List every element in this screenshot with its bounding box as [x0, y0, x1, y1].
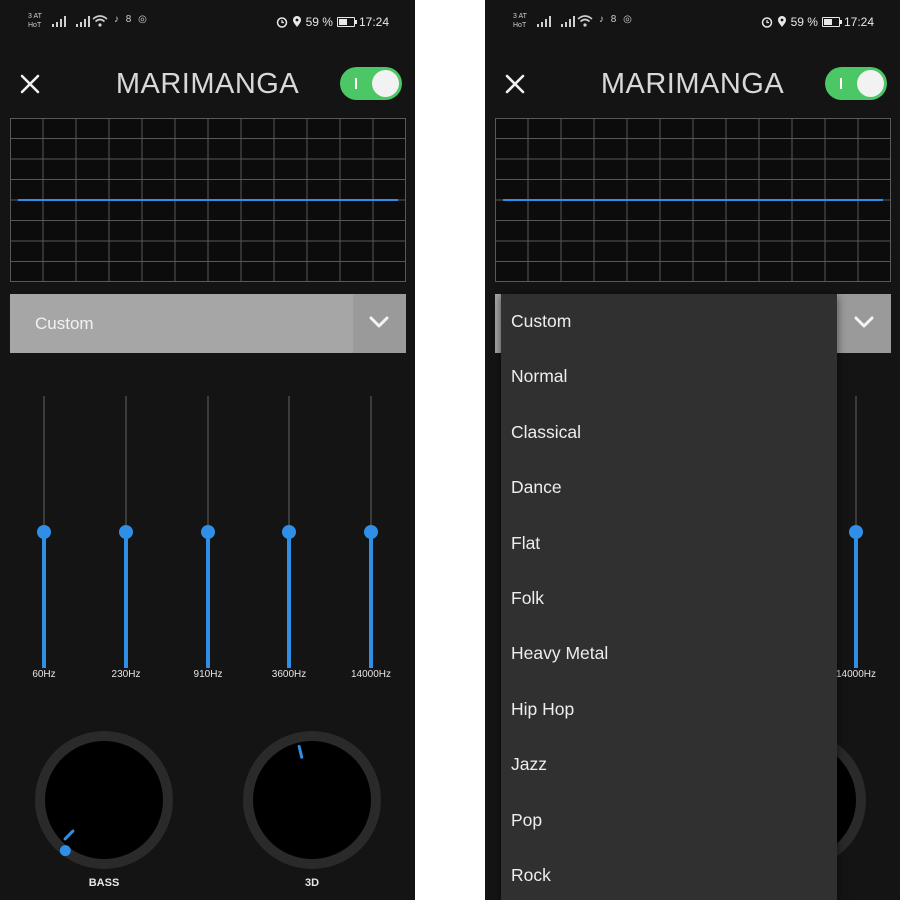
slider-fill	[124, 532, 128, 668]
knob-bass[interactable]	[34, 730, 174, 870]
carrier-line-1: 3 AT	[28, 13, 42, 20]
battery-fill	[338, 19, 348, 25]
band-slider-60hz[interactable]: 60Hz	[14, 396, 74, 686]
toggle-knob	[857, 70, 884, 97]
notification-icons: ♪ 8 ◎	[114, 14, 149, 25]
battery-percent: 59 %	[305, 15, 333, 29]
status-bar: 3 AT HoT ♪ 8 ◎ 59 % 17:24	[485, 0, 900, 48]
location-icon	[777, 16, 786, 27]
slider-thumb[interactable]	[849, 525, 863, 539]
clock: 17:24	[843, 15, 874, 29]
carrier-label: 3 AT HoT	[28, 12, 42, 30]
phone-screen-right: 3 AT HoT ♪ 8 ◎ 59 % 17:24 MARIMANGA 1400…	[485, 0, 900, 900]
slider-fill	[369, 532, 373, 668]
alarm-icon	[276, 17, 287, 28]
preset-menu: Custom Normal Classical Dance Flat Folk Heavy …	[501, 294, 837, 900]
band-slider-3600hz[interactable]: 3600Hz	[259, 396, 319, 686]
preset-option-custom[interactable]: Custom	[501, 294, 837, 349]
preset-option-jazz[interactable]: Jazz	[501, 737, 837, 792]
slider-thumb[interactable]	[282, 525, 296, 539]
battery-percent: 59 %	[790, 15, 818, 29]
toggle-knob	[372, 70, 399, 97]
battery-icon	[821, 17, 842, 27]
toggle-on-mark	[355, 78, 357, 89]
eq-curve-graph	[10, 118, 406, 282]
slider-thumb[interactable]	[119, 525, 133, 539]
band-label: 910Hz	[193, 669, 223, 680]
band-slider-910hz[interactable]: 910Hz	[178, 396, 238, 686]
band-label: 230Hz	[111, 669, 141, 680]
carrier-line-2: HoT	[28, 22, 42, 29]
preset-option-pop[interactable]: Pop	[501, 793, 837, 848]
notification-icons: ♪ 8 ◎	[599, 14, 634, 25]
preset-option-classical[interactable]: Classical	[501, 405, 837, 460]
slider-fill	[42, 532, 46, 668]
knob-label: BASS	[88, 877, 120, 889]
chevron-down-icon	[854, 316, 874, 328]
wifi-icon	[92, 15, 108, 27]
preset-option-flat[interactable]: Flat	[501, 516, 837, 571]
slider-fill	[287, 532, 291, 668]
signal-icon	[52, 16, 66, 27]
band-slider-230hz[interactable]: 230Hz	[96, 396, 156, 686]
preset-option-hip-hop[interactable]: Hip Hop	[501, 682, 837, 737]
phone-screen-left: 3 AT HoT ♪ 8 ◎ 59 % 17:24 MARIMANGA Cust…	[0, 0, 415, 900]
slider-thumb[interactable]	[37, 525, 51, 539]
knob-dot	[59, 845, 71, 857]
band-label: 14000Hz	[350, 669, 392, 680]
preset-option-dance[interactable]: Dance	[501, 460, 837, 515]
clock: 17:24	[358, 15, 389, 29]
alarm-icon	[761, 17, 772, 28]
slider-thumb[interactable]	[364, 525, 378, 539]
preset-option-folk[interactable]: Folk	[501, 571, 837, 626]
band-label: 3600Hz	[271, 669, 307, 680]
status-bar: 3 AT HoT ♪ 8 ◎ 59 % 17:24	[0, 0, 415, 48]
preset-dropdown[interactable]: Custom	[10, 294, 406, 353]
battery-icon	[336, 17, 357, 27]
signal-icon-2	[561, 16, 575, 27]
slider-thumb[interactable]	[201, 525, 215, 539]
preset-dropdown-arrow[interactable]	[838, 294, 891, 353]
preset-option-normal[interactable]: Normal	[501, 349, 837, 404]
status-right: 59 % 17:24	[276, 15, 389, 29]
carrier-line-2: HoT	[513, 22, 527, 29]
preset-dropdown-arrow[interactable]	[353, 294, 406, 353]
wifi-icon	[577, 15, 593, 27]
status-right: 59 % 17:24	[761, 15, 874, 29]
signal-icon	[537, 16, 551, 27]
signal-icon-2	[76, 16, 90, 27]
preset-option-rock[interactable]: Rock	[501, 848, 837, 900]
eq-curve-graph	[495, 118, 891, 282]
battery-fill	[823, 19, 833, 25]
enable-toggle[interactable]	[340, 67, 402, 100]
carrier-label: 3 AT HoT	[513, 12, 527, 30]
toggle-on-mark	[840, 78, 842, 89]
band-slider-14000hz[interactable]: 14000Hz	[341, 396, 401, 686]
slider-fill	[854, 532, 858, 668]
chevron-down-icon	[369, 316, 389, 328]
carrier-line-1: 3 AT	[513, 13, 527, 20]
location-icon	[292, 16, 301, 27]
preset-selected-label: Custom	[35, 314, 94, 333]
knob-label: 3D	[304, 877, 320, 889]
preset-option-heavy-metal[interactable]: Heavy Metal	[501, 626, 837, 681]
knob-3d[interactable]	[242, 730, 382, 870]
enable-toggle[interactable]	[825, 67, 887, 100]
band-label: 60Hz	[32, 669, 56, 680]
slider-fill	[206, 532, 210, 668]
